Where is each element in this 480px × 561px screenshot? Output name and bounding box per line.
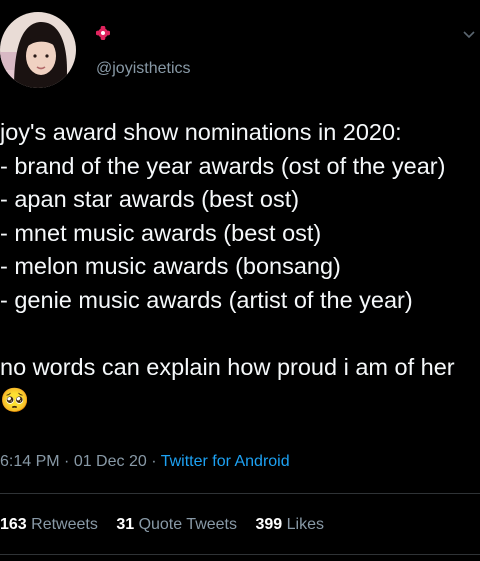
user-handle[interactable]: @joyisthetics: [96, 60, 191, 78]
quote-tweets-label: Quote Tweets: [138, 516, 237, 533]
tweet-text: joy's award show nominations in 2020: - …: [0, 119, 455, 413]
meta-separator: ·: [146, 453, 161, 470]
quote-tweets-stat[interactable]: 31 Quote Tweets: [116, 516, 237, 533]
likes-stat[interactable]: 399 Likes: [255, 516, 324, 533]
tweet-date[interactable]: 01 Dec 20: [74, 453, 147, 470]
avatar[interactable]: [0, 12, 76, 88]
retweets-label: Retweets: [31, 516, 98, 533]
divider: [0, 554, 480, 555]
tweet-header: @joyisthetics: [0, 0, 480, 100]
meta-separator: ·: [59, 453, 74, 470]
divider: [0, 493, 480, 494]
retweets-count: 163: [0, 516, 27, 533]
chevron-down-icon[interactable]: [462, 28, 476, 42]
badge-icon: [95, 25, 111, 41]
tweet-stats: 163 Retweets 31 Quote Tweets 399 Likes: [0, 516, 338, 534]
likes-count: 399: [255, 516, 283, 533]
likes-label: Likes: [286, 516, 324, 533]
tweet-meta: 6:14 PM · 01 Dec 20 · Twitter for Androi…: [0, 453, 290, 471]
quote-tweets-count: 31: [116, 516, 135, 533]
tweet-time[interactable]: 6:14 PM: [0, 453, 60, 470]
tweet-source[interactable]: Twitter for Android: [161, 453, 290, 470]
retweets-stat[interactable]: 163 Retweets: [0, 516, 98, 533]
